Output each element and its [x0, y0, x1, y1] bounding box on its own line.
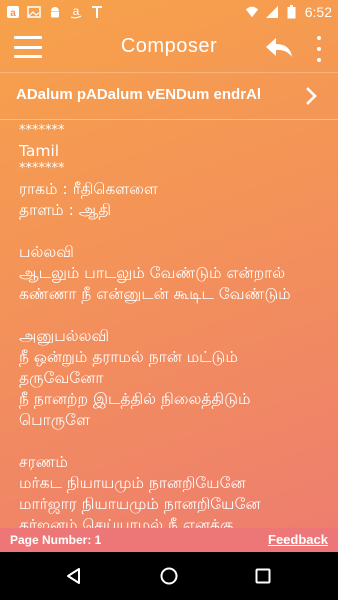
wifi-icon	[245, 5, 259, 19]
lyrics-line: *******	[19, 161, 65, 176]
svg-text:a: a	[10, 8, 16, 19]
song-title-bar[interactable]: ADalum pADalum vENDum endrAl	[0, 74, 338, 118]
composer-screen: a a 6:52 Composer ADalum pADalum vENDum …	[0, 0, 338, 600]
lyrics-line: *******	[19, 124, 65, 138]
more-vert-icon[interactable]	[312, 36, 326, 62]
lyrics-line: தாளம் : ஆதி	[19, 201, 112, 219]
lyrics-line: நீ ஒன்றும் தராமல் நான் மட்டும்	[19, 348, 238, 366]
lyrics-blank-line	[19, 221, 334, 242]
lyrics-line: Tamil	[19, 142, 60, 160]
tamil-t-icon	[90, 5, 104, 19]
page-number: Page Number: 1	[10, 533, 102, 547]
amazon-a-icon: a	[6, 5, 20, 19]
lyrics-line: பொருளே	[19, 411, 91, 429]
lyrics-line: ராகம் : ரீதிகௌளை	[19, 180, 158, 198]
feedback-link[interactable]: Feedback	[268, 532, 328, 547]
lyrics-line: ஆடலும் பாடலும் வேண்டும் என்றால்	[19, 264, 286, 282]
android-icon	[48, 5, 62, 19]
song-title-divider	[0, 119, 338, 120]
gallery-icon	[27, 5, 41, 19]
footer-bar: Page Number: 1 Feedback	[0, 528, 338, 552]
lyrics-line: நீ நானற்ற இடத்தில் நிலைத்திடும்	[19, 390, 251, 408]
system-nav-bar	[0, 552, 338, 600]
lyrics-line: கர்ஜனம் செய்யாமல் நீ எனக்கு	[19, 516, 234, 528]
song-title: ADalum pADalum vENDum endrAl	[16, 86, 262, 103]
lyrics-line: தருவேனோ	[19, 369, 104, 387]
lyrics-line: பல்லவி	[19, 243, 74, 261]
chevron-right-icon[interactable]	[304, 87, 320, 105]
status-left-icons: a a	[6, 5, 104, 19]
lyrics-line: அனுபல்லவி	[19, 327, 110, 345]
lyrics-line: சரணம்	[19, 453, 68, 471]
lyrics-blank-line	[19, 431, 334, 452]
battery-icon	[285, 5, 299, 19]
recents-square-icon[interactable]	[253, 566, 273, 586]
status-right-icons: 6:52	[245, 4, 332, 20]
reply-back-icon[interactable]	[264, 36, 294, 60]
status-time: 6:52	[304, 4, 332, 20]
status-bar: a a 6:52	[0, 0, 338, 24]
svg-text:a: a	[73, 5, 80, 18]
app-bar-divider	[0, 72, 338, 73]
app-bar: Composer	[0, 24, 338, 72]
amazon-icon: a	[69, 5, 83, 19]
signal-icon	[265, 5, 279, 19]
lyrics-line: கண்ணா நீ என்னுடன் கூடிட வேண்டும்	[19, 285, 291, 303]
home-circle-icon[interactable]	[159, 566, 179, 586]
lyrics-line: மர்கட நியாயமும் நானறியேனே	[19, 474, 246, 492]
back-triangle-icon[interactable]	[64, 566, 84, 586]
lyrics-content: ******* Tamil ******* ராகம் : ரீதிகௌளை தாளம்…	[19, 124, 334, 528]
lyrics-blank-line	[19, 305, 334, 326]
lyrics-line: மார்ஜார நியாயமும் நானறியேனே	[19, 495, 261, 513]
